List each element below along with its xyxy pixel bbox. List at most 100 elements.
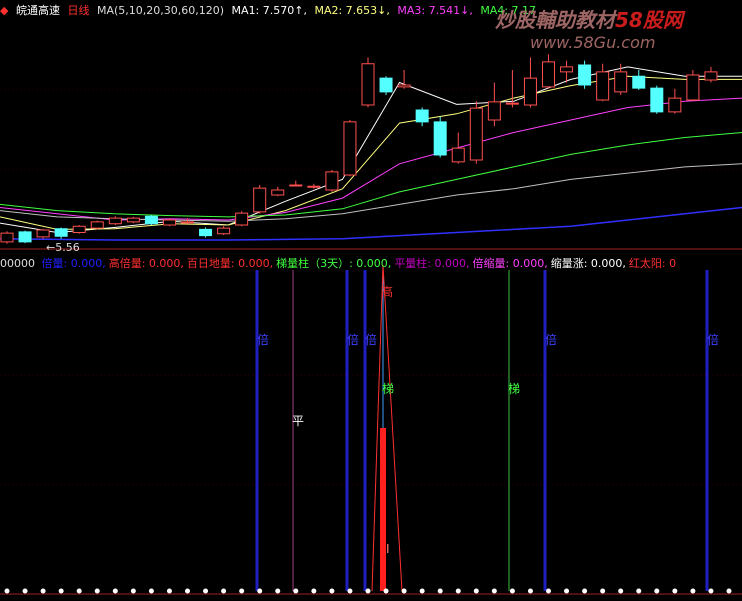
volume-dot — [509, 588, 515, 594]
period-label[interactable]: 日线 — [67, 4, 89, 17]
volume-dot — [582, 588, 588, 594]
candle — [686, 74, 700, 101]
candle — [505, 102, 519, 105]
marker-bei: 倍 — [257, 333, 270, 347]
candle — [18, 231, 32, 243]
candle — [451, 147, 465, 163]
indicator-item: 红太阳: 0 — [628, 257, 677, 270]
volume-dot — [383, 588, 389, 594]
indicator-item: 缩量涨: 0.000, — [550, 257, 626, 270]
candle — [578, 64, 592, 86]
candle — [614, 71, 628, 93]
candle — [181, 221, 194, 224]
volume-dot — [491, 588, 497, 594]
candle — [596, 71, 610, 101]
candle — [307, 185, 321, 188]
red-bar — [380, 428, 386, 591]
indicator-panel — [255, 264, 709, 592]
marker-bei: 倍 — [707, 333, 720, 347]
candle — [415, 109, 429, 123]
candle — [523, 77, 537, 106]
ma-line-ma5 — [0, 163, 742, 222]
marker-i: I — [386, 542, 390, 556]
stock-name[interactable]: 皖通高速 — [16, 4, 60, 17]
ma-line-ma3 — [0, 97, 742, 221]
volume-dot — [76, 588, 82, 594]
watermark: 炒股輔助教材58股网 — [495, 8, 683, 32]
candle — [144, 215, 158, 225]
volume-dot — [203, 588, 209, 594]
volume-dot — [22, 588, 28, 594]
volume-dot — [40, 588, 46, 594]
candle — [487, 101, 501, 121]
candle — [289, 184, 303, 187]
marker-bei: 倍 — [365, 333, 378, 347]
candle — [162, 219, 176, 226]
candle — [325, 171, 339, 191]
volume-dot — [636, 588, 642, 594]
volume-dot — [708, 588, 714, 594]
candle — [199, 228, 213, 237]
candle — [379, 77, 393, 93]
volume-dot — [4, 588, 10, 594]
ma-params: MA(5,10,20,30,60,120) — [96, 4, 225, 17]
volume-dot — [293, 588, 299, 594]
candle — [271, 189, 285, 196]
candle — [54, 228, 68, 237]
volume-dot — [527, 588, 533, 594]
candle — [397, 84, 411, 88]
indicator-item: 倍缩量: 0.000, — [472, 257, 548, 270]
volume-dot — [130, 588, 136, 594]
candle — [90, 221, 104, 229]
volume-dot — [726, 588, 732, 594]
volume-dot — [185, 588, 190, 594]
candle — [433, 121, 447, 156]
candle — [632, 75, 646, 89]
volume-dot — [329, 588, 335, 594]
candle — [704, 71, 718, 81]
candle — [217, 227, 231, 235]
ma1-value: MA1: 7.570↑, — [231, 4, 307, 17]
indicator-item: 平量柱: 0.000, — [394, 257, 470, 270]
volume-dot — [600, 588, 606, 594]
indicator-value: 00000 — [0, 257, 35, 270]
candle — [361, 63, 375, 106]
candle — [542, 61, 555, 88]
indicator-header: 00000 倍量: 0.000, 高倍量: 0.000, 百日地量: 0.000, 梯… — [0, 255, 679, 270]
volume-dot — [437, 588, 443, 594]
volume-dot — [58, 588, 64, 594]
marker-ti: 梯 — [508, 382, 521, 396]
candle — [253, 187, 267, 213]
candle — [560, 66, 574, 73]
volume-dot — [672, 588, 678, 594]
indicator-item: 倍量: 0.000, — [41, 257, 106, 270]
main-header: ◆ 皖通高速 日线 MA(5,10,20,30,60,120) MA1: 7.5… — [0, 2, 540, 17]
candle — [343, 121, 357, 176]
volume-dot — [564, 588, 570, 594]
indicator-item: 百日地量: 0.000, — [186, 257, 274, 270]
watermark-url: www.58Gu.com — [530, 33, 656, 52]
volume-dot — [654, 588, 660, 594]
volume-dot — [94, 588, 100, 594]
volume-dot — [690, 588, 696, 594]
candle — [72, 225, 86, 233]
marker-ti: 梯 — [382, 382, 395, 396]
volume-dot — [166, 588, 172, 594]
candle — [469, 107, 483, 161]
volume-dot — [257, 588, 263, 594]
stock-chart — [0, 54, 742, 595]
marker-gao: 高 — [381, 285, 394, 299]
volume-dot — [148, 588, 154, 594]
candle — [108, 217, 122, 225]
candle — [126, 217, 140, 223]
ma-line-ma4 — [0, 132, 742, 218]
volume-dot — [112, 588, 118, 594]
volume-dot — [401, 588, 407, 594]
volume-dot — [473, 588, 479, 594]
volume-dot — [275, 588, 281, 594]
candle — [668, 97, 682, 113]
volume-dot — [618, 588, 624, 594]
volume-dot — [365, 588, 371, 594]
ma3-value: MA3: 7.541↓, — [397, 4, 473, 17]
volume-dot — [311, 588, 317, 594]
